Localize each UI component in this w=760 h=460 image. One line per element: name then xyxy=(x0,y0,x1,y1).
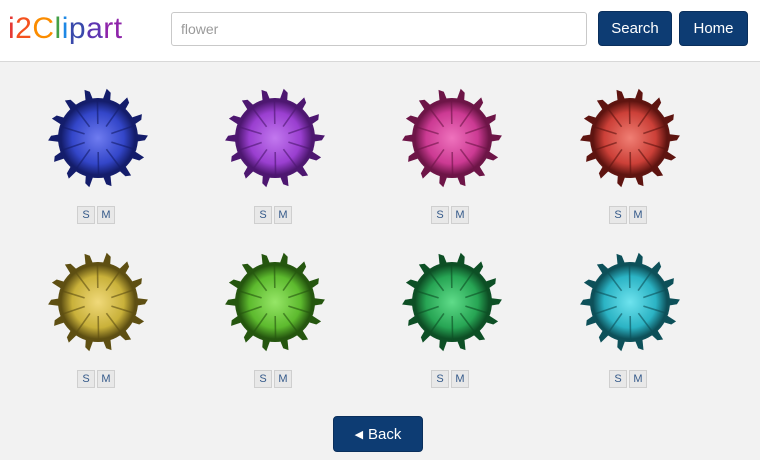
search-button[interactable]: Search xyxy=(598,11,672,46)
logo-letter: i xyxy=(8,12,16,45)
header: i2Clipart Search Home xyxy=(0,0,760,62)
small-size-button[interactable]: S xyxy=(431,206,449,224)
clipart-result: SM xyxy=(372,62,532,224)
flower-clipart-image[interactable] xyxy=(401,87,503,189)
logo-letter: 2 xyxy=(15,12,33,45)
small-size-button[interactable]: S xyxy=(609,206,627,224)
size-links: SM xyxy=(254,370,292,389)
size-links: SM xyxy=(431,370,469,389)
medium-size-button[interactable]: M xyxy=(274,206,292,224)
size-links: SM xyxy=(609,370,647,389)
search-input[interactable] xyxy=(171,12,587,46)
left-triangle-icon: ◀ xyxy=(354,428,364,441)
size-links: SM xyxy=(77,370,115,389)
clipart-result: SM xyxy=(195,62,355,224)
medium-size-button[interactable]: M xyxy=(451,370,469,388)
flower-clipart-image[interactable] xyxy=(47,251,149,353)
back-label: Back xyxy=(368,425,402,443)
clipart-result: SM xyxy=(550,226,710,388)
clipart-result: SM xyxy=(18,226,178,388)
small-size-button[interactable]: S xyxy=(77,370,95,388)
flower-clipart-image[interactable] xyxy=(224,87,326,189)
flower-clipart-image[interactable] xyxy=(579,251,681,353)
logo-letter: l xyxy=(54,12,62,45)
size-links: SM xyxy=(431,206,469,225)
logo-letter: t xyxy=(113,12,123,45)
back-button[interactable]: ◀ Back xyxy=(333,416,423,452)
flower-clipart-image[interactable] xyxy=(401,251,503,353)
size-links: SM xyxy=(77,206,115,225)
clipart-result: SM xyxy=(550,62,710,224)
medium-size-button[interactable]: M xyxy=(97,206,115,224)
medium-size-button[interactable]: M xyxy=(274,370,292,388)
logo-letter: C xyxy=(32,12,55,45)
home-button[interactable]: Home xyxy=(679,11,748,46)
logo-letter: a xyxy=(86,12,104,45)
site-logo[interactable]: i2Clipart xyxy=(8,9,123,49)
medium-size-button[interactable]: M xyxy=(629,206,647,224)
clipart-result: SM xyxy=(18,62,178,224)
size-links: SM xyxy=(254,206,292,225)
clipart-result: SM xyxy=(372,226,532,388)
small-size-button[interactable]: S xyxy=(609,370,627,388)
small-size-button[interactable]: S xyxy=(254,370,272,388)
small-size-button[interactable]: S xyxy=(431,370,449,388)
flower-clipart-image[interactable] xyxy=(224,251,326,353)
flower-clipart-image[interactable] xyxy=(47,87,149,189)
clipart-result: SM xyxy=(195,226,355,388)
small-size-button[interactable]: S xyxy=(77,206,95,224)
logo-letter: i xyxy=(61,12,69,45)
flower-clipart-image[interactable] xyxy=(579,87,681,189)
logo-letter: r xyxy=(103,12,114,45)
medium-size-button[interactable]: M xyxy=(451,206,469,224)
results-grid: SMSMSMSMSMSMSMSM xyxy=(0,62,760,402)
logo-letter: p xyxy=(68,12,87,45)
small-size-button[interactable]: S xyxy=(254,206,272,224)
medium-size-button[interactable]: M xyxy=(629,370,647,388)
medium-size-button[interactable]: M xyxy=(97,370,115,388)
size-links: SM xyxy=(609,206,647,225)
